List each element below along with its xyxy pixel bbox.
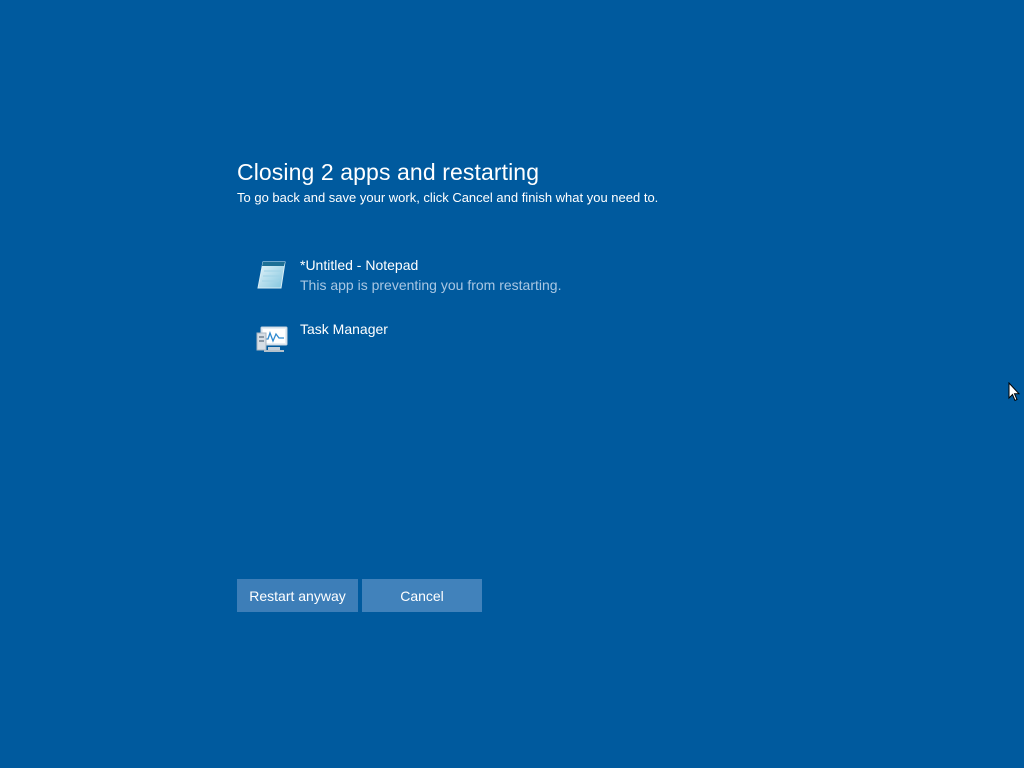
button-row: Restart anyway Cancel <box>237 579 482 612</box>
notepad-icon <box>255 258 289 292</box>
app-list: *Untitled - Notepad This app is preventi… <box>255 256 755 384</box>
app-text: Task Manager <box>300 320 388 338</box>
app-name: *Untitled - Notepad <box>300 257 419 273</box>
app-status: This app is preventing you from restarti… <box>300 277 562 293</box>
page-title: Closing 2 apps and restarting <box>237 159 540 185</box>
app-name: Task Manager <box>300 321 388 337</box>
list-item: *Untitled - Notepad This app is preventi… <box>255 256 755 320</box>
mouse-pointer-icon <box>1008 381 1021 402</box>
restart-anyway-button[interactable]: Restart anyway <box>237 579 358 612</box>
cancel-button[interactable]: Cancel <box>362 579 482 612</box>
restart-screen: Closing 2 apps and restarting To go back… <box>0 0 1024 768</box>
app-text: *Untitled - Notepad This app is preventi… <box>300 256 561 296</box>
page-subtitle: To go back and save your work, click Can… <box>237 190 659 205</box>
task-manager-icon <box>255 322 289 356</box>
list-item: Task Manager <box>255 320 755 384</box>
